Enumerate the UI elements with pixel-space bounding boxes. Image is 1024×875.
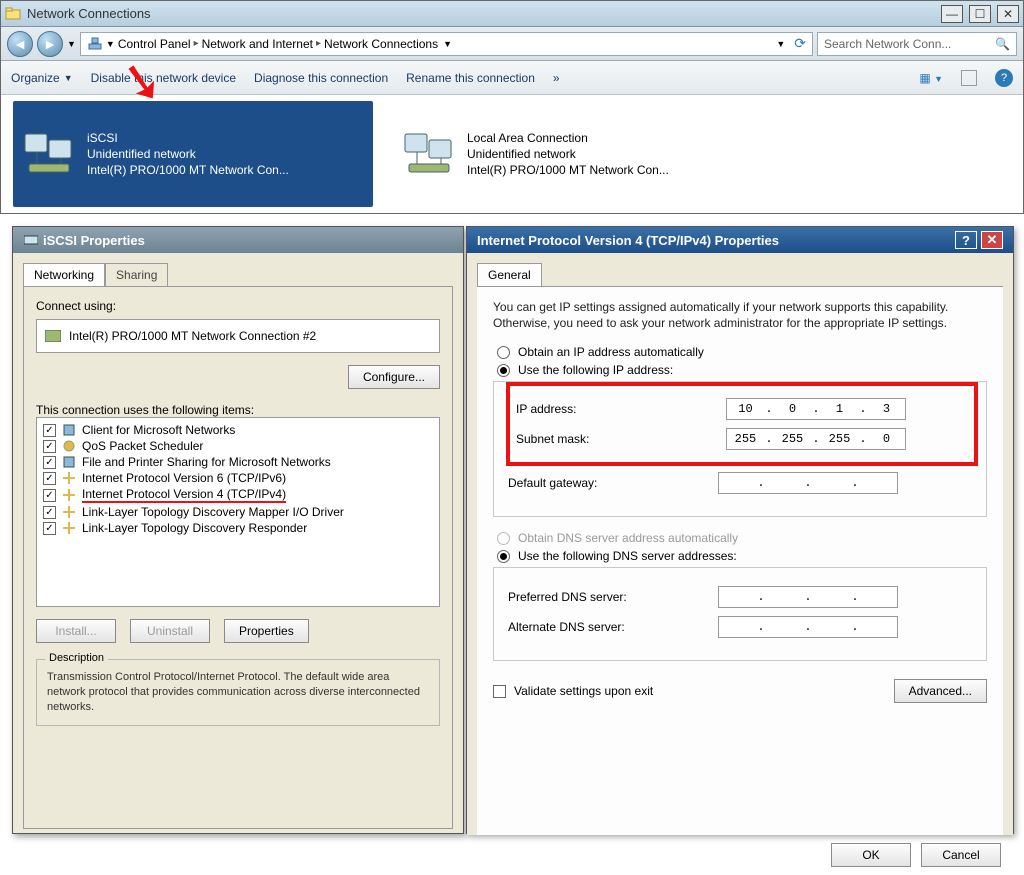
help-button[interactable]: ? bbox=[995, 69, 1013, 87]
network-folder-icon bbox=[5, 6, 21, 22]
gateway-input[interactable]: . . . bbox=[718, 472, 898, 494]
gateway-label: Default gateway: bbox=[508, 476, 718, 490]
alternate-dns-label: Alternate DNS server: bbox=[508, 620, 718, 634]
list-item[interactable]: ✓File and Printer Sharing for Microsoft … bbox=[43, 454, 433, 470]
connection-adapter: Intel(R) PRO/1000 MT Network Con... bbox=[87, 162, 289, 178]
close-button[interactable]: ✕ bbox=[997, 5, 1019, 23]
tabs: Networking Sharing bbox=[23, 263, 453, 287]
connection-status: Unidentified network bbox=[87, 146, 289, 162]
protocol-list[interactable]: ✓Client for Microsoft Networks ✓QoS Pack… bbox=[36, 417, 440, 607]
connection-name: iSCSI bbox=[87, 130, 289, 146]
disable-device-button[interactable]: Disable this network device bbox=[91, 71, 236, 85]
list-item[interactable]: ✓Client for Microsoft Networks bbox=[43, 422, 433, 438]
dialog-button-row: OK Cancel bbox=[467, 835, 1013, 875]
uninstall-button[interactable]: Uninstall bbox=[130, 619, 210, 643]
view-mode-button[interactable]: ▦ ▼ bbox=[919, 71, 943, 85]
overflow-button[interactable]: » bbox=[553, 71, 560, 85]
advanced-button[interactable]: Advanced... bbox=[894, 679, 987, 703]
search-input[interactable]: Search Network Conn... 🔍 bbox=[817, 32, 1017, 56]
connection-item-iscsi[interactable]: iSCSI Unidentified network Intel(R) PRO/… bbox=[13, 101, 373, 207]
list-item[interactable]: ✓Link-Layer Topology Discovery Mapper I/… bbox=[43, 504, 433, 520]
nav-forward-button[interactable]: ► bbox=[37, 31, 63, 57]
organize-menu[interactable]: Organize ▼ bbox=[11, 71, 73, 85]
maximize-button[interactable]: ☐ bbox=[969, 5, 991, 23]
alternate-dns-input[interactable]: . . . bbox=[718, 616, 898, 638]
ok-button[interactable]: OK bbox=[831, 843, 911, 867]
address-bar: ◄ ► ▼ ▼ Control Panel ▸ Network and Inte… bbox=[1, 27, 1023, 61]
ip-address-input[interactable]: 10. 0. 1. 3 bbox=[726, 398, 906, 420]
info-text: You can get IP settings assigned automat… bbox=[493, 299, 987, 331]
breadcrumb-item[interactable]: Control Panel bbox=[118, 37, 191, 51]
diagnose-button[interactable]: Diagnose this connection bbox=[254, 71, 388, 85]
radio-ip-auto[interactable]: Obtain an IP address automatically bbox=[497, 345, 987, 359]
minimize-button[interactable]: — bbox=[941, 5, 963, 23]
list-item[interactable]: ✓Link-Layer Topology Discovery Responder bbox=[43, 520, 433, 536]
breadcrumb[interactable]: ▼ Control Panel ▸ Network and Internet ▸… bbox=[80, 32, 813, 56]
properties-button[interactable]: Properties bbox=[224, 619, 309, 643]
network-icon bbox=[87, 36, 103, 52]
radio-dns-manual[interactable]: Use the following DNS server addresses: bbox=[497, 549, 987, 563]
nic-icon bbox=[45, 328, 61, 344]
rename-button[interactable]: Rename this connection bbox=[406, 71, 535, 85]
search-icon: 🔍 bbox=[995, 37, 1010, 51]
nav-back-button[interactable]: ◄ bbox=[7, 31, 33, 57]
validate-checkbox[interactable]: Validate settings upon exit bbox=[493, 684, 653, 698]
ip-address-label: IP address: bbox=[516, 402, 726, 416]
window-title: Network Connections bbox=[27, 6, 151, 21]
iscsi-properties-dialog: iSCSI Properties Networking Sharing Conn… bbox=[12, 226, 464, 834]
configure-button[interactable]: Configure... bbox=[348, 365, 440, 389]
dialog-close-button[interactable]: ✕ bbox=[981, 231, 1003, 249]
radio-ip-manual[interactable]: Use the following IP address: bbox=[497, 363, 987, 377]
dialog-titlebar: Internet Protocol Version 4 (TCP/IPv4) P… bbox=[467, 227, 1013, 253]
subnet-mask-input[interactable]: 255. 255. 255. 0 bbox=[726, 428, 906, 450]
network-adapter-icon bbox=[401, 126, 457, 182]
tab-general[interactable]: General bbox=[477, 263, 542, 286]
items-label: This connection uses the following items… bbox=[36, 403, 440, 417]
description-legend: Description bbox=[45, 652, 108, 664]
cancel-button[interactable]: Cancel bbox=[921, 843, 1001, 867]
network-connections-window: Network Connections — ☐ ✕ ◄ ► ▼ ▼ Contro… bbox=[0, 0, 1024, 214]
list-item-ipv4[interactable]: ✓Internet Protocol Version 4 (TCP/IPv4) bbox=[43, 486, 433, 504]
network-adapter-icon bbox=[21, 126, 77, 182]
preferred-dns-input[interactable]: . . . bbox=[718, 586, 898, 608]
preview-pane-button[interactable] bbox=[961, 70, 977, 86]
connection-name: Local Area Connection bbox=[467, 130, 669, 146]
radio-dns-auto: Obtain DNS server address automatically bbox=[497, 531, 987, 545]
tab-networking[interactable]: Networking bbox=[23, 263, 105, 286]
connection-list: iSCSI Unidentified network Intel(R) PRO/… bbox=[1, 95, 1023, 213]
list-item[interactable]: ✓Internet Protocol Version 6 (TCP/IPv6) bbox=[43, 470, 433, 486]
adapter-select[interactable]: Intel(R) PRO/1000 MT Network Connection … bbox=[36, 319, 440, 353]
dialog-titlebar: iSCSI Properties bbox=[13, 227, 463, 253]
nav-history-dropdown[interactable]: ▼ bbox=[67, 39, 76, 49]
command-bar: Organize ▼ Disable this network device D… bbox=[1, 61, 1023, 95]
description-text: Transmission Control Protocol/Internet P… bbox=[47, 670, 429, 715]
connection-item-lan[interactable]: Local Area Connection Unidentified netwo… bbox=[393, 101, 753, 207]
tab-sharing[interactable]: Sharing bbox=[105, 263, 168, 286]
breadcrumb-item[interactable]: Network and Internet bbox=[202, 37, 313, 51]
network-adapter-icon bbox=[23, 232, 39, 248]
dialog-help-button[interactable]: ? bbox=[955, 231, 977, 249]
breadcrumb-item[interactable]: Network Connections bbox=[324, 37, 438, 51]
refresh-icon[interactable]: ⟳ bbox=[794, 35, 806, 52]
preferred-dns-label: Preferred DNS server: bbox=[508, 590, 718, 604]
ipv4-properties-dialog: Internet Protocol Version 4 (TCP/IPv4) P… bbox=[466, 226, 1014, 834]
subnet-mask-label: Subnet mask: bbox=[516, 432, 726, 446]
connection-adapter: Intel(R) PRO/1000 MT Network Con... bbox=[467, 162, 669, 178]
install-button[interactable]: Install... bbox=[36, 619, 116, 643]
connection-status: Unidentified network bbox=[467, 146, 669, 162]
connect-using-label: Connect using: bbox=[36, 299, 440, 313]
list-item[interactable]: ✓QoS Packet Scheduler bbox=[43, 438, 433, 454]
window-titlebar: Network Connections — ☐ ✕ bbox=[1, 1, 1023, 27]
